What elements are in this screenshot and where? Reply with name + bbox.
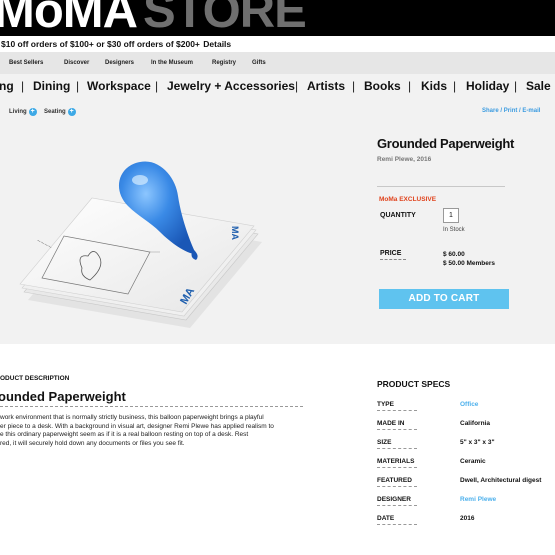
stock-status: In Stock — [443, 227, 465, 233]
spec-value: 5" x 3" x 3" — [460, 439, 495, 446]
nav-item-workspace[interactable]: Workspace — [87, 79, 151, 93]
nav-separator: | — [155, 79, 159, 93]
product-hero: ~~~~ MA MA Grounded Paperweight Remi Ple… — [0, 122, 555, 344]
promo-text: $10 off orders of $100+ or $30 off order… — [1, 39, 200, 49]
nav-separator: | — [514, 79, 518, 93]
subnav-gifts[interactable]: Gifts — [252, 60, 266, 66]
filter-living-label: Living — [9, 109, 27, 115]
nav-item-dining[interactable]: Dining — [33, 79, 70, 93]
spec-row-materials: MATERIALS Ceramic — [377, 458, 555, 477]
subnav-designers[interactable]: Designers — [105, 60, 134, 66]
divider — [377, 186, 505, 187]
add-to-cart-button[interactable]: ADD TO CART — [379, 289, 509, 309]
description-line: er piece to a desk. With a background in… — [0, 422, 274, 430]
filter-seating[interactable]: Seating + — [44, 108, 76, 116]
nav-item-books[interactable]: Books — [364, 79, 401, 93]
plus-icon: + — [67, 108, 76, 116]
subnav-best-sellers[interactable]: Best Sellers — [9, 60, 43, 66]
secondary-nav: Best Sellers Discover Designers In the M… — [0, 52, 555, 74]
spec-key: MADE IN — [377, 420, 418, 430]
nav-item-living[interactable]: ng — [0, 79, 14, 93]
member-price: $ 50.00 Members — [443, 260, 496, 267]
svg-text:MA: MA — [230, 226, 240, 240]
spec-row-date: DATE 2016 — [377, 515, 555, 534]
description-line: red, it will securely hold down any docu… — [0, 439, 185, 447]
nav-separator: | — [76, 79, 80, 93]
logo-moma: MoMA — [0, 0, 138, 36]
spec-row-featured: FEATURED Dwell, Architectural digest — [377, 477, 555, 496]
main-nav: ng | Dining | Workspace | Jewelry + Acce… — [0, 74, 555, 98]
plus-icon: + — [28, 108, 37, 116]
moma-store-logo[interactable]: MoMA STORE — [0, 0, 307, 36]
category-filters: Living + Seating + Share / Print / E-mai… — [0, 98, 555, 122]
description-heading: ODUCT DESCRIPTION — [0, 375, 70, 382]
spec-value: Ceramic — [460, 458, 486, 465]
nav-separator: | — [352, 79, 356, 93]
quantity-label: QUANTITY — [380, 212, 416, 219]
subnav-discover[interactable]: Discover — [64, 60, 89, 66]
nav-item-sale[interactable]: Sale — [526, 79, 551, 93]
spec-key: DESIGNER — [377, 496, 417, 506]
spec-value: 2016 — [460, 515, 475, 522]
email-link[interactable]: E-mail — [522, 108, 540, 114]
link-separator: / — [519, 108, 521, 114]
spec-key: TYPE — [377, 401, 417, 411]
specs-heading: PRODUCT SPECS — [377, 379, 451, 389]
store-header: MoMA STORE — [0, 0, 555, 36]
divider — [380, 259, 406, 260]
spec-value-link[interactable]: Office — [460, 401, 478, 408]
nav-item-artists[interactable]: Artists — [307, 79, 345, 93]
nav-item-holiday[interactable]: Holiday — [466, 79, 509, 93]
svg-text:~~~~: ~~~~ — [35, 238, 53, 252]
divider — [0, 406, 303, 407]
spec-key: MATERIALS — [377, 458, 418, 468]
filter-living[interactable]: Living + — [9, 108, 37, 116]
description-line: e this ordinary paperweight seem as if i… — [0, 431, 249, 438]
spec-row-size: SIZE 5" x 3" x 3" — [377, 439, 555, 458]
nav-separator: | — [295, 79, 299, 93]
promo-details-link[interactable]: Details — [203, 39, 231, 49]
spec-key: FEATURED — [377, 477, 417, 487]
spec-key: DATE — [377, 515, 418, 525]
description-body: work environment that is normally strict… — [0, 414, 310, 448]
price-label: PRICE — [380, 250, 402, 257]
subnav-in-the-museum[interactable]: In the Museum — [151, 60, 193, 66]
spec-value: Dwell, Architectural digest — [460, 477, 542, 484]
nav-item-kids[interactable]: Kids — [421, 79, 447, 93]
quantity-input[interactable]: 1 — [443, 208, 459, 223]
spec-value-link[interactable]: Remi Plewe — [460, 496, 496, 503]
nav-separator: | — [453, 79, 457, 93]
subnav-registry[interactable]: Registry — [212, 60, 236, 66]
spec-row-type: TYPE Office — [377, 401, 555, 420]
spec-row-designer: DESIGNER Remi Plewe — [377, 496, 555, 515]
spec-row-made-in: MADE IN California — [377, 420, 555, 439]
nav-item-jewelry[interactable]: Jewelry + Accessories — [167, 79, 295, 93]
link-separator: / — [500, 108, 503, 114]
filter-seating-label: Seating — [44, 109, 66, 115]
spec-value: California — [460, 420, 490, 427]
description-line: work environment that is normally strict… — [0, 414, 264, 421]
product-title: Grounded Paperweight — [377, 136, 515, 151]
share-link[interactable]: Share — [482, 108, 499, 114]
description-title: ounded Paperweight — [0, 389, 126, 404]
promo-banner: $10 off orders of $100+ or $30 off order… — [0, 36, 555, 52]
share-links: Share / Print / E-mail — [482, 108, 540, 114]
exclusive-badge: MoMa EXCLUSIVE — [379, 196, 437, 203]
nav-separator: | — [408, 79, 412, 93]
logo-store: STORE — [142, 0, 307, 36]
price-value: $ 60.00 — [443, 251, 465, 258]
spec-key: SIZE — [377, 439, 419, 449]
product-image[interactable]: ~~~~ MA MA — [0, 122, 370, 344]
nav-separator: | — [21, 79, 25, 93]
product-artist: Remi Plewe, 2016 — [377, 156, 432, 163]
print-link[interactable]: Print — [504, 108, 518, 114]
